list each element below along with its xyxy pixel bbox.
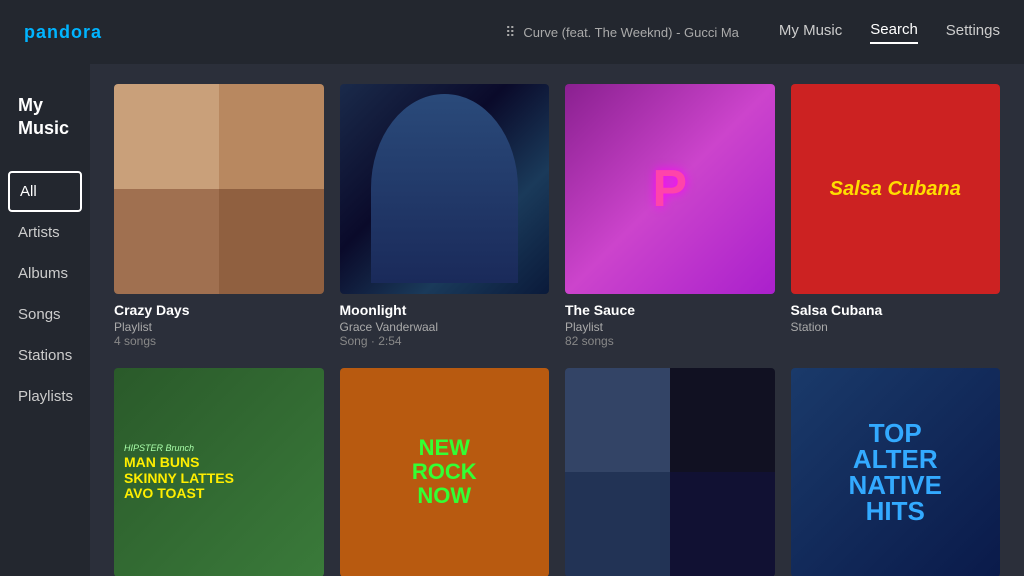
card-sub-crazy-days: Playlist (114, 320, 324, 334)
sidebar-item-playlists[interactable]: Playlists (0, 376, 90, 417)
sidebar-item-artists[interactable]: Artists (0, 212, 90, 253)
card-image-the-sauce: P (565, 84, 775, 294)
card-title-the-sauce: The Sauce (565, 302, 775, 318)
logo: pandora (24, 22, 114, 43)
img-moonlight (340, 84, 550, 294)
card-image-top-alternative-hits: TOPALTERNATIVEHITS (791, 368, 1001, 576)
search-results-grid: Crazy Days Playlist 4 songs Moonlight Gr… (114, 84, 1000, 576)
sidebar-item-songs[interactable]: Songs (0, 294, 90, 335)
card-salsa-cubana[interactable]: Salsa Cubana Salsa Cubana Station (791, 84, 1001, 348)
card-moonlight[interactable]: Moonlight Grace Vanderwaal Song · 2:54 (340, 84, 550, 348)
card-title-crazy-days: Crazy Days (114, 302, 324, 318)
img-crazy-days (114, 84, 324, 294)
now-playing-icon: ⠿ (505, 24, 515, 41)
now-playing-text: Curve (feat. The Weeknd) - Gucci Ma (523, 25, 739, 40)
hipster-top-label: HIPSTER Brunch (124, 443, 194, 453)
sidebar-item-all[interactable]: All (8, 171, 82, 212)
nav-my-music[interactable]: My Music (779, 22, 842, 43)
card-detail-crazy-days: 4 songs (114, 334, 324, 348)
card-image-crazy-days (114, 84, 324, 294)
card-title-moonlight: Moonlight (340, 302, 550, 318)
card-image-hipster-brunch: HIPSTER Brunch MAN BUNSSKINNY LATTESAVO … (114, 368, 324, 576)
sidebar-nav: All Artists Albums Songs Stations Playli… (0, 171, 90, 417)
sidebar-item-albums[interactable]: Albums (0, 253, 90, 294)
card-detail-the-sauce: 82 songs (565, 334, 775, 348)
card-the-sauce[interactable]: P The Sauce Playlist 82 songs (565, 84, 775, 348)
img-hipster: HIPSTER Brunch MAN BUNSSKINNY LATTESAVO … (114, 368, 324, 576)
content-area: Crazy Days Playlist 4 songs Moonlight Gr… (90, 64, 1024, 576)
main-nav: My Music Search Settings (779, 21, 1000, 44)
card-crazy-days[interactable]: Crazy Days Playlist 4 songs (114, 84, 324, 348)
card-detail-moonlight: Song · 2:54 (340, 334, 550, 348)
sidebar-my-music-label: My Music (0, 84, 90, 171)
card-hipster-brunch[interactable]: HIPSTER Brunch MAN BUNSSKINNY LATTESAVO … (114, 368, 324, 576)
header: pandora ⠿ Curve (feat. The Weeknd) - Guc… (0, 0, 1024, 64)
card-image-walk-my-way (565, 368, 775, 576)
sidebar: My Music All Artists Albums Songs Statio… (0, 64, 90, 576)
img-moonlight-figure (371, 94, 518, 283)
card-sub-the-sauce: Playlist (565, 320, 775, 334)
img-topalternative: TOPALTERNATIVEHITS (791, 368, 1001, 576)
now-playing[interactable]: ⠿ Curve (feat. The Weeknd) - Gucci Ma (505, 24, 739, 41)
img-newrock: NEWROCKNOW (340, 368, 550, 576)
card-top-alternative-hits[interactable]: TOPALTERNATIVEHITS Top Alternative Hits … (791, 368, 1001, 576)
card-walk-my-way[interactable]: Walk My Way Playlist 13 songs (565, 368, 775, 576)
card-sub-salsa-cubana: Station (791, 320, 1001, 334)
img-salsa: Salsa Cubana (791, 84, 1001, 294)
img-walk (565, 368, 775, 576)
card-new-rock-now[interactable]: NEWROCKNOW New Rock Now Playlist 52 song… (340, 368, 550, 576)
card-image-moonlight (340, 84, 550, 294)
card-sub-moonlight: Grace Vanderwaal (340, 320, 550, 334)
nav-search[interactable]: Search (870, 21, 918, 44)
hipster-main-text: MAN BUNSSKINNY LATTESAVO TOAST (124, 455, 234, 501)
main-layout: My Music All Artists Albums Songs Statio… (0, 64, 1024, 576)
card-image-salsa-cubana: Salsa Cubana (791, 84, 1001, 294)
card-title-salsa-cubana: Salsa Cubana (791, 302, 1001, 318)
img-sauce: P (565, 84, 775, 294)
nav-settings[interactable]: Settings (946, 22, 1000, 43)
sidebar-item-stations[interactable]: Stations (0, 335, 90, 376)
card-image-new-rock-now: NEWROCKNOW (340, 368, 550, 576)
